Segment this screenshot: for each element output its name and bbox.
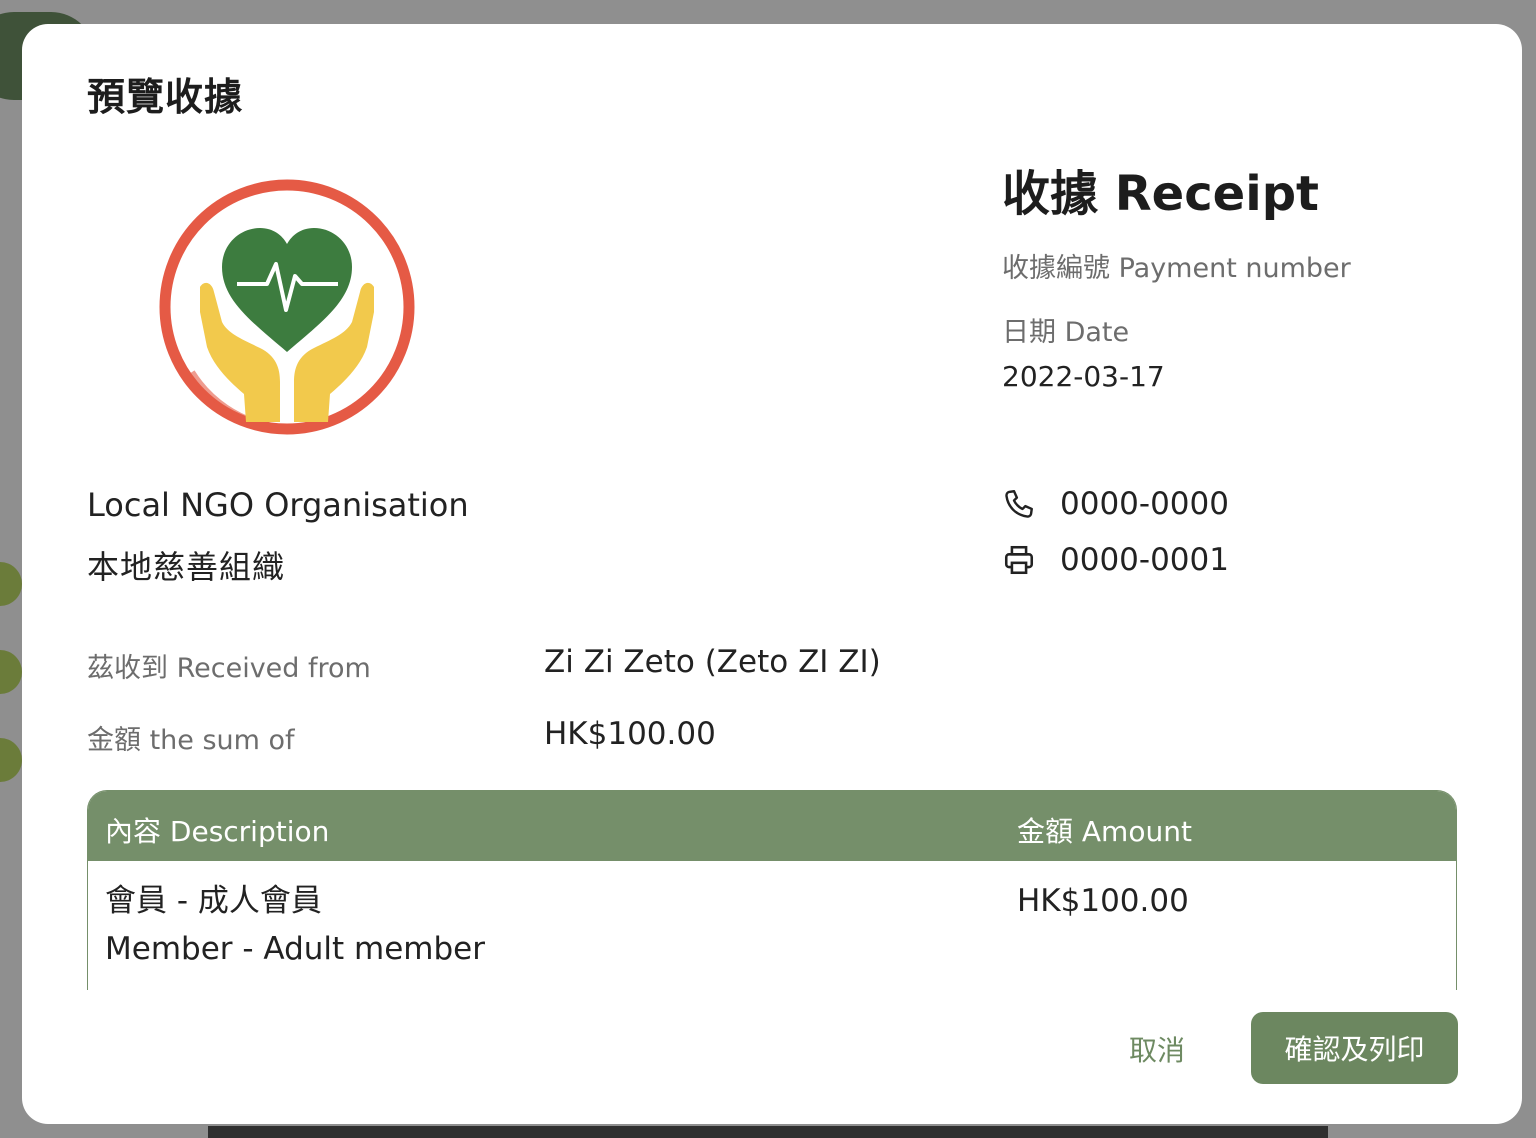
fax-row: 0000-0001 <box>1002 542 1229 578</box>
printer-icon <box>1002 543 1036 577</box>
organisation-name-en: Local NGO Organisation <box>87 486 469 524</box>
item-description-en: Member - Adult member <box>105 931 485 967</box>
background-dot <box>0 562 22 606</box>
date-label: 日期 Date <box>1002 317 1130 348</box>
date-value: 2022-03-17 <box>1002 360 1165 393</box>
cancel-button[interactable]: 取消 <box>1112 1024 1202 1074</box>
confirm-print-button[interactable]: 確認及列印 <box>1251 1012 1458 1084</box>
receipt-items-table: 內容 Description 金額 Amount 會員 - 成人會員 Membe… <box>87 790 1457 990</box>
receipt-preview-dialog: 預覽收據 Local NGO Organisation 本地慈善組織 收據 Re… <box>22 24 1522 1124</box>
item-description: 會員 - 成人會員 Member - Adult member <box>105 877 485 973</box>
received-from-label: 茲收到 Received from <box>87 653 371 684</box>
background-dot <box>0 738 22 782</box>
description-header: 內容 Description <box>105 815 330 848</box>
background-bar <box>208 1126 1328 1138</box>
sum-label: 金額 the sum of <box>87 725 295 756</box>
payment-number-label: 收據編號 Payment number <box>1002 253 1351 284</box>
table-header: 內容 Description 金額 Amount <box>88 791 1456 861</box>
phone-row: 0000-0000 <box>1002 486 1229 522</box>
item-amount: HK$100.00 <box>1017 883 1189 919</box>
heart-hands-logo <box>152 172 422 442</box>
organisation-name-zh: 本地慈善組織 <box>87 548 286 586</box>
item-description-zh: 會員 - 成人會員 <box>105 883 322 919</box>
dialog-title: 預覽收據 <box>87 75 244 119</box>
received-from-value: Zi Zi Zeto (Zeto ZI ZI) <box>544 644 881 680</box>
phone-number: 0000-0000 <box>1060 486 1229 522</box>
phone-icon <box>1002 487 1036 521</box>
receipt-title: 收據 Receipt <box>1002 166 1319 222</box>
sum-value: HK$100.00 <box>544 716 716 752</box>
fax-number: 0000-0001 <box>1060 542 1229 578</box>
background-dot <box>0 650 22 694</box>
amount-header: 金額 Amount <box>1017 815 1192 848</box>
